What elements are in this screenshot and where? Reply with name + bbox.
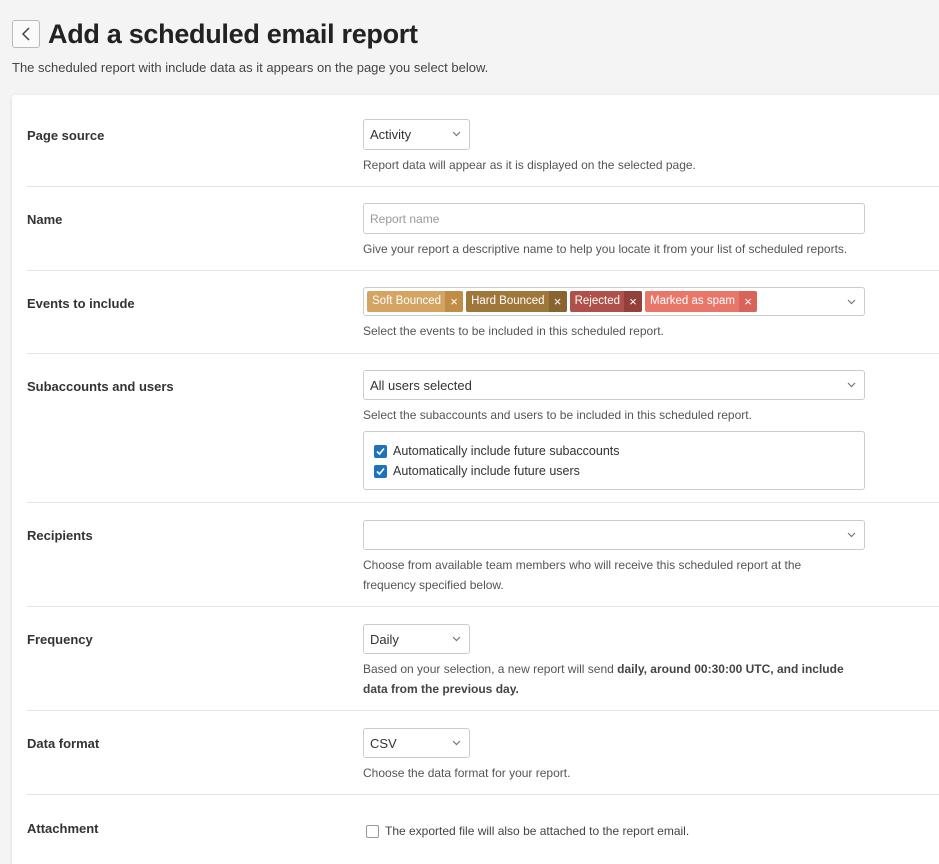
event-tag-label: Soft Bounced [372, 295, 442, 307]
back-button[interactable] [12, 20, 40, 48]
frequency-help-range: data from the previous day. [363, 682, 519, 696]
report-form-card: Page source Activity Report data will ap… [12, 95, 939, 864]
subaccounts-label: Subaccounts and users [27, 379, 174, 394]
data-format-help: Choose the data format for your report. [363, 766, 571, 780]
remove-tag-icon[interactable]: × [548, 291, 567, 312]
frequency-label: Frequency [27, 632, 93, 647]
data-format-value: CSV [370, 735, 397, 751]
chevron-down-icon [847, 299, 856, 305]
chevron-left-icon [21, 27, 30, 41]
page-source-label: Page source [27, 128, 105, 143]
event-tag-label: Marked as spam [649, 295, 735, 307]
chevron-down-icon [847, 532, 856, 538]
name-row: Name Give your report a descriptive name… [27, 187, 939, 271]
name-help: Give your report a descriptive name to h… [363, 242, 848, 256]
report-name-input[interactable] [363, 203, 865, 234]
page-source-select[interactable]: Activity [363, 119, 470, 150]
remove-tag-icon[interactable]: × [623, 291, 642, 312]
events-row: Events to include Soft Bounced × Hard Boun… [27, 271, 939, 354]
event-tag: Hard Bounced × [466, 291, 567, 312]
frequency-help-prefix: Based on your selection, a new report wi… [363, 662, 618, 676]
event-tag-label: Rejected [574, 295, 620, 307]
chevron-down-icon [452, 131, 461, 137]
recipients-help-line1: Choose from available team members who w… [363, 558, 802, 572]
event-tag-label: Hard Bounced [471, 295, 545, 307]
frequency-row: Frequency Daily Based on your selection,… [27, 607, 939, 711]
event-tag: Soft Bounced × [367, 291, 464, 312]
page-subtitle: The scheduled report with include data a… [12, 60, 489, 75]
attach-file-checkbox[interactable]: The exported file will also be attached … [366, 821, 689, 841]
page-header: Add a scheduled email report The schedul… [12, 14, 932, 75]
frequency-select[interactable]: Daily [363, 624, 470, 654]
attach-file-label: The exported file will also be attached … [385, 824, 690, 838]
data-format-select[interactable]: CSV [363, 728, 470, 758]
recipients-select[interactable] [363, 520, 865, 550]
chevron-down-icon [452, 740, 461, 746]
events-multiselect[interactable]: Soft Bounced × Hard Bounced × Rejected × Marke… [363, 287, 865, 316]
subaccounts-row: Subaccounts and users All users selected… [27, 354, 939, 503]
events-help: Select the events to be included in this… [363, 324, 664, 338]
checkbox-checked-icon [374, 464, 387, 478]
recipients-help: Choose from available team members who w… [363, 555, 865, 595]
include-future-subaccounts-label: Automatically include future subaccounts [393, 444, 620, 458]
subaccounts-select[interactable]: All users selected [363, 370, 865, 400]
page-source-help: Report data will appear as it is display… [363, 158, 696, 172]
chevron-down-icon [452, 636, 461, 642]
checkbox-checked-icon [374, 444, 387, 458]
page-source-row: Page source Activity Report data will ap… [27, 95, 939, 187]
name-label: Name [27, 212, 63, 227]
page-source-value: Activity [370, 127, 412, 142]
events-label: Events to include [27, 296, 135, 311]
data-format-row: Data format CSV Choose the data format f… [27, 711, 939, 795]
remove-tag-icon[interactable]: × [739, 291, 757, 312]
subaccount-options-box: Automatically include future subaccounts… [363, 431, 865, 490]
chevron-down-icon [847, 382, 856, 388]
event-tag: Rejected × [569, 291, 642, 312]
recipients-row: Recipients Choose from available team me… [27, 503, 939, 607]
remove-tag-icon[interactable]: × [445, 291, 464, 312]
subaccounts-help: Select the subaccounts and users to be i… [363, 408, 752, 422]
include-future-users-checkbox[interactable]: Automatically include future users [374, 461, 854, 481]
attachment-row: Attachment The exported file will also b… [27, 795, 939, 864]
recipients-help-line2: frequency specified below. [363, 578, 504, 592]
data-format-label: Data format [27, 736, 100, 751]
checkbox-unchecked-icon [366, 824, 379, 838]
page-title: Add a scheduled email report [48, 18, 418, 49]
subaccounts-value: All users selected [370, 377, 472, 393]
event-tag: Marked as spam × [644, 291, 757, 312]
frequency-value: Daily [370, 631, 399, 647]
include-future-subaccounts-checkbox[interactable]: Automatically include future subaccounts [374, 441, 854, 461]
attachment-label: Attachment [27, 821, 99, 836]
frequency-help-schedule: daily, around 00:30:00 UTC, and include [617, 662, 844, 676]
include-future-users-label: Automatically include future users [393, 464, 580, 478]
frequency-help: Based on your selection, a new report wi… [363, 659, 883, 699]
recipients-label: Recipients [27, 528, 93, 543]
